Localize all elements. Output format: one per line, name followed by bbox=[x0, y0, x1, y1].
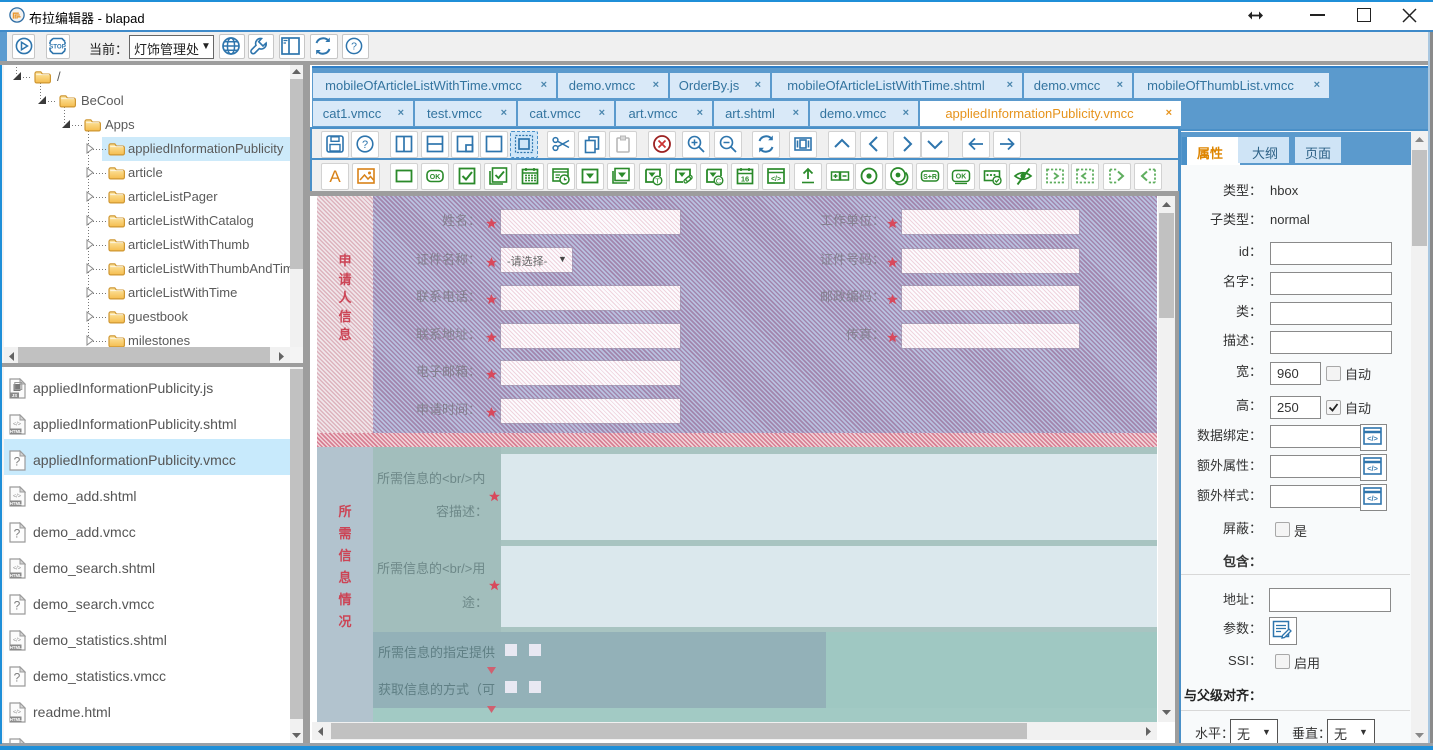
svg-text:</>: </> bbox=[1367, 464, 1378, 473]
svg-text:?: ? bbox=[14, 455, 21, 469]
svg-text:HTML: HTML bbox=[10, 501, 22, 506]
svg-text:</>: </> bbox=[13, 493, 21, 499]
svg-text:HTML: HTML bbox=[10, 717, 22, 722]
svg-text:HTML: HTML bbox=[10, 429, 22, 434]
svg-text:?: ? bbox=[14, 527, 21, 541]
svg-text:HTML: HTML bbox=[10, 645, 22, 650]
svg-text:A: A bbox=[329, 167, 341, 186]
svg-text:T: T bbox=[655, 176, 660, 185]
svg-text:?: ? bbox=[14, 599, 21, 613]
svg-text:C: C bbox=[716, 176, 722, 185]
svg-text:?: ? bbox=[351, 41, 357, 53]
svg-text:16: 16 bbox=[741, 175, 749, 184]
svg-text:S+R: S+R bbox=[923, 174, 937, 181]
svg-text:</>: </> bbox=[1367, 434, 1378, 443]
svg-text:</>: </> bbox=[13, 421, 21, 427]
svg-text:</>: </> bbox=[1367, 494, 1378, 503]
svg-text:OK: OK bbox=[956, 174, 967, 181]
svg-text:?: ? bbox=[14, 671, 21, 685]
svg-text:</>: </> bbox=[13, 565, 21, 571]
svg-text:</>: </> bbox=[13, 709, 21, 715]
svg-text:JS: JS bbox=[12, 393, 18, 398]
svg-text:?: ? bbox=[362, 139, 368, 151]
svg-text:OK: OK bbox=[430, 174, 441, 181]
svg-text:</>: </> bbox=[13, 637, 21, 643]
svg-text:</>: </> bbox=[771, 176, 781, 183]
svg-text:HTML: HTML bbox=[10, 573, 22, 578]
svg-text:STOP: STOP bbox=[49, 44, 66, 51]
